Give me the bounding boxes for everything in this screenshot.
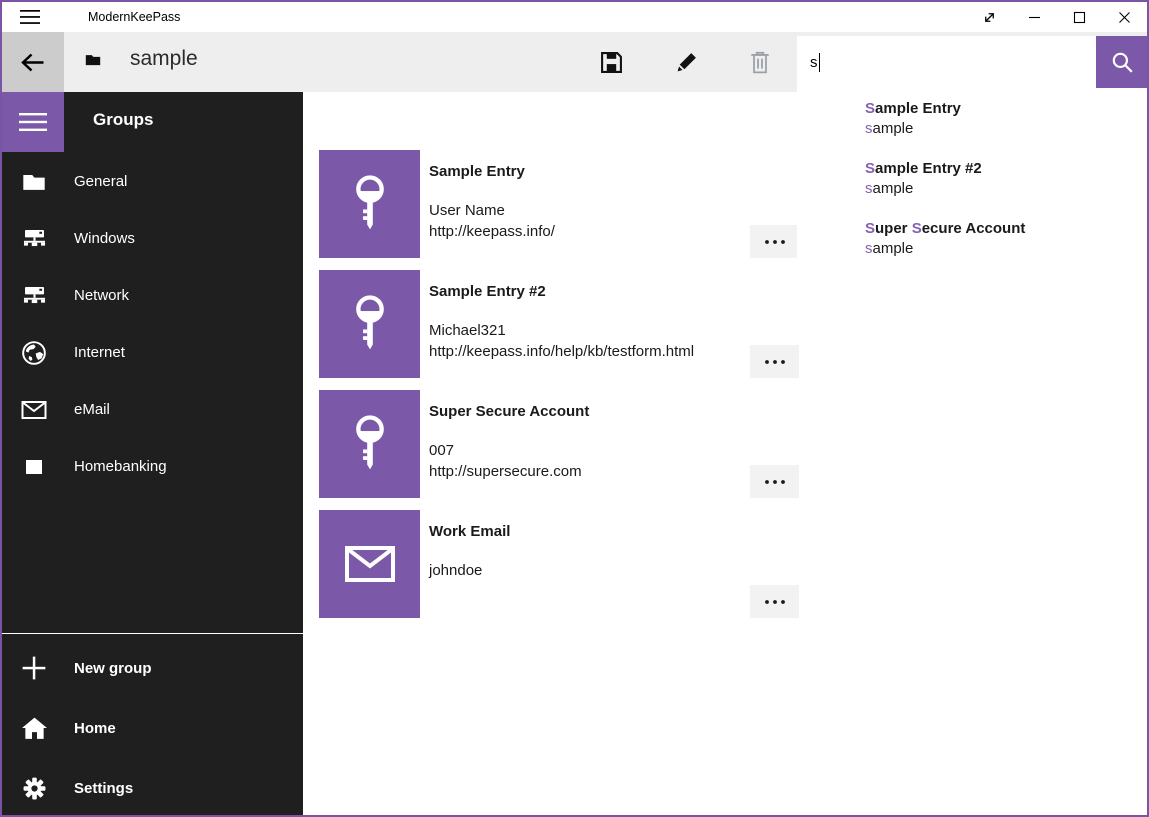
- network-computer-icon: [20, 229, 48, 249]
- plus-icon: [20, 655, 48, 681]
- entry-url: http://supersecure.com: [429, 461, 589, 482]
- envelope-icon: [344, 544, 396, 584]
- search-result-sample-entry[interactable]: Sample Entry sample: [865, 99, 961, 139]
- back-icon: [20, 52, 46, 73]
- entry-title: Super Secure Account: [429, 403, 589, 420]
- edit-button[interactable]: [662, 38, 710, 86]
- sidebar-divider: [2, 633, 303, 634]
- key-icon: [347, 293, 393, 355]
- app-title: ModernKeePass: [88, 10, 180, 24]
- app-window: ModernKeePass sample: [0, 0, 1149, 817]
- entry-row-sample-entry[interactable]: Sample Entry User Name http://keepass.in…: [319, 150, 801, 258]
- entry-text: Work Email johndoe: [429, 523, 510, 581]
- entry-row-work-email[interactable]: Work Email johndoe: [319, 510, 801, 618]
- close-button[interactable]: [1102, 2, 1147, 32]
- entry-row-sample-entry-2[interactable]: Sample Entry #2 Michael321 http://keepas…: [319, 270, 801, 378]
- search-icon: [1110, 50, 1134, 74]
- sidebar-item-email[interactable]: eMail: [2, 381, 303, 438]
- entry-url: http://keepass.info/help/kb/testform.htm…: [429, 341, 694, 362]
- key-icon: [347, 173, 393, 235]
- folder-icon: [20, 172, 48, 191]
- entry-tile: [319, 390, 420, 498]
- entry-username: User Name: [429, 200, 555, 221]
- more-options-button[interactable]: [750, 465, 799, 498]
- minimize-button[interactable]: [1012, 2, 1057, 32]
- save-button[interactable]: [587, 38, 635, 86]
- delete-button[interactable]: [736, 38, 784, 86]
- search-result-sample-entry-2[interactable]: Sample Entry #2 sample: [865, 159, 982, 199]
- more-options-button[interactable]: [750, 345, 799, 378]
- entry-tile: [319, 510, 420, 618]
- network-computer-icon: [20, 286, 48, 306]
- sidebar-item-internet[interactable]: Internet: [2, 324, 303, 381]
- envelope-icon: [20, 400, 48, 420]
- gear-icon: [20, 776, 48, 801]
- entry-username: Michael321: [429, 320, 694, 341]
- edit-pencil-icon: [675, 51, 698, 74]
- entry-title: Sample Entry: [429, 163, 555, 180]
- groups-header: Groups: [93, 110, 153, 130]
- home-button[interactable]: Home: [2, 698, 303, 758]
- more-options-button[interactable]: [750, 585, 799, 618]
- sidebar-item-homebanking[interactable]: Homebanking: [2, 438, 303, 495]
- toolbar: sample s: [2, 32, 1147, 92]
- globe-icon: [20, 340, 48, 366]
- save-icon: [600, 51, 623, 74]
- search-result-super-secure-account[interactable]: Super Secure Account sample: [865, 219, 1025, 259]
- search-suggestions-dropdown: Sample Entry sample Sample Entry #2 samp…: [797, 88, 1147, 320]
- sidebar-actions: New group Home Settings: [2, 638, 303, 817]
- entry-text: Sample Entry User Name http://keepass.in…: [429, 163, 555, 242]
- titlebar-hamburger-icon[interactable]: [10, 2, 50, 32]
- home-icon: [20, 716, 48, 741]
- entry-tile: [319, 270, 420, 378]
- settings-button[interactable]: Settings: [2, 758, 303, 817]
- entry-username: 007: [429, 440, 589, 461]
- search-button[interactable]: [1096, 36, 1147, 88]
- entry-text: Sample Entry #2 Michael321 http://keepas…: [429, 283, 694, 362]
- more-options-button[interactable]: [750, 225, 799, 258]
- window-controls: [967, 2, 1147, 32]
- fullscreen-button[interactable]: [967, 2, 1012, 32]
- sidebar-hamburger-button[interactable]: [2, 92, 64, 152]
- text-cursor: [819, 53, 820, 72]
- key-icon: [347, 413, 393, 475]
- entry-username: johndoe: [429, 560, 510, 581]
- sidebar: Groups General Windows Network: [2, 92, 303, 815]
- sidebar-item-general[interactable]: General: [2, 153, 303, 210]
- sidebar-item-windows[interactable]: Windows: [2, 210, 303, 267]
- new-group-button[interactable]: New group: [2, 638, 303, 698]
- sidebar-item-network[interactable]: Network: [2, 267, 303, 324]
- search-query-text: s: [810, 54, 818, 71]
- back-button[interactable]: [2, 32, 64, 92]
- entry-text: Super Secure Account 007 http://supersec…: [429, 403, 589, 482]
- group-list: General Windows Network Internet: [2, 153, 303, 495]
- entry-url: http://keepass.info/: [429, 221, 555, 242]
- entry-row-super-secure-account[interactable]: Super Secure Account 007 http://supersec…: [319, 390, 801, 498]
- database-title: sample: [130, 47, 198, 71]
- square-icon: [20, 460, 48, 474]
- folder-icon: [85, 53, 101, 66]
- entry-title: Sample Entry #2: [429, 283, 694, 300]
- titlebar: ModernKeePass: [2, 2, 1147, 32]
- maximize-button[interactable]: [1057, 2, 1102, 32]
- entry-tile: [319, 150, 420, 258]
- search-input[interactable]: s: [797, 36, 1096, 88]
- trash-icon: [749, 50, 771, 74]
- entry-title: Work Email: [429, 523, 510, 540]
